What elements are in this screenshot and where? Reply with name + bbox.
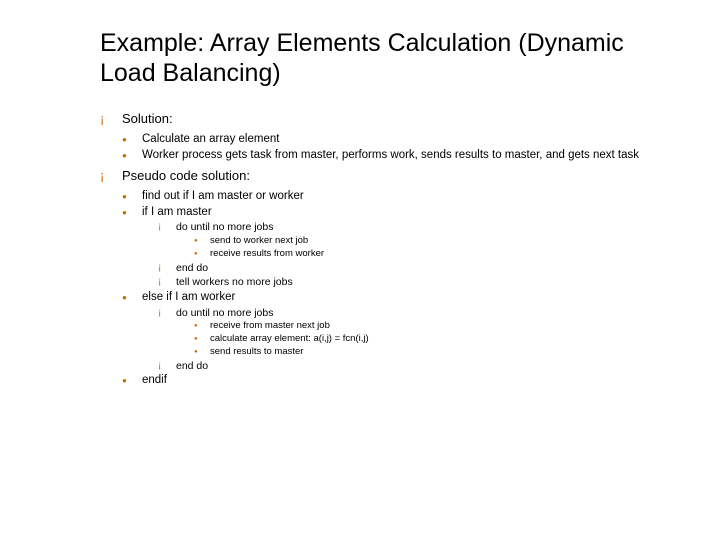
bullet-icon: ●: [122, 290, 142, 306]
item-text: calculate array element: a(i,j) = fcn(i,…: [210, 333, 369, 346]
bullet-icon: ●: [122, 189, 142, 205]
bullet-icon: ●: [122, 373, 142, 389]
item-text: tell workers no more jobs: [176, 275, 293, 290]
list-item: ¡ end do: [158, 359, 680, 374]
list-item: ¡ tell workers no more jobs: [158, 275, 680, 290]
item-text: receive results from worker: [210, 248, 324, 261]
item-text: do until no more jobs: [176, 306, 273, 321]
list-item: ● endif: [122, 373, 680, 389]
list-item: ● Calculate an array element: [122, 132, 680, 148]
hollow-circle-icon: ¡: [100, 167, 122, 185]
list-item: ¡ Solution:: [100, 110, 680, 128]
bullet-icon: ●: [194, 333, 210, 346]
item-text: receive from master next job: [210, 320, 330, 333]
list-item: ● send to worker next job: [194, 235, 680, 248]
item-text: Pseudo code solution:: [122, 167, 250, 185]
item-text: if I am master: [142, 205, 212, 221]
item-text: send results to master: [210, 346, 303, 359]
item-text: Calculate an array element: [142, 132, 279, 148]
list-item: ● Worker process gets task from master, …: [122, 148, 680, 164]
list-item: ● find out if I am master or worker: [122, 189, 680, 205]
bullet-icon: ●: [122, 148, 142, 164]
content-list: ¡ Solution: ● Calculate an array element…: [100, 110, 680, 389]
item-text: endif: [142, 373, 167, 389]
list-item: ● receive results from worker: [194, 248, 680, 261]
bullet-icon: ●: [194, 235, 210, 248]
item-text: Worker process gets task from master, pe…: [142, 148, 639, 164]
bullet-icon: ●: [194, 248, 210, 261]
item-text: end do: [176, 359, 208, 374]
bullet-icon: ●: [122, 205, 142, 221]
list-item: ¡ do until no more jobs: [158, 306, 680, 321]
hollow-circle-icon: ¡: [100, 110, 122, 128]
list-item: ● calculate array element: a(i,j) = fcn(…: [194, 333, 680, 346]
item-text: send to worker next job: [210, 235, 308, 248]
slide-title: Example: Array Elements Calculation (Dyn…: [100, 28, 680, 88]
list-item: ● else if I am worker: [122, 290, 680, 306]
list-item: ¡ do until no more jobs: [158, 220, 680, 235]
bullet-icon: ●: [194, 346, 210, 359]
list-item: ● send results to master: [194, 346, 680, 359]
list-item: ¡ Pseudo code solution:: [100, 167, 680, 185]
list-item: ¡ end do: [158, 261, 680, 276]
hollow-circle-icon: ¡: [158, 261, 176, 276]
hollow-circle-icon: ¡: [158, 306, 176, 321]
item-text: do until no more jobs: [176, 220, 273, 235]
bullet-icon: ●: [194, 320, 210, 333]
item-text: else if I am worker: [142, 290, 235, 306]
item-text: end do: [176, 261, 208, 276]
slide: Example: Array Elements Calculation (Dyn…: [0, 0, 720, 409]
list-item: ● if I am master: [122, 205, 680, 221]
item-text: find out if I am master or worker: [142, 189, 304, 205]
hollow-circle-icon: ¡: [158, 220, 176, 235]
bullet-icon: ●: [122, 132, 142, 148]
item-text: Solution:: [122, 110, 173, 128]
list-item: ● receive from master next job: [194, 320, 680, 333]
hollow-circle-icon: ¡: [158, 359, 176, 374]
hollow-circle-icon: ¡: [158, 275, 176, 290]
